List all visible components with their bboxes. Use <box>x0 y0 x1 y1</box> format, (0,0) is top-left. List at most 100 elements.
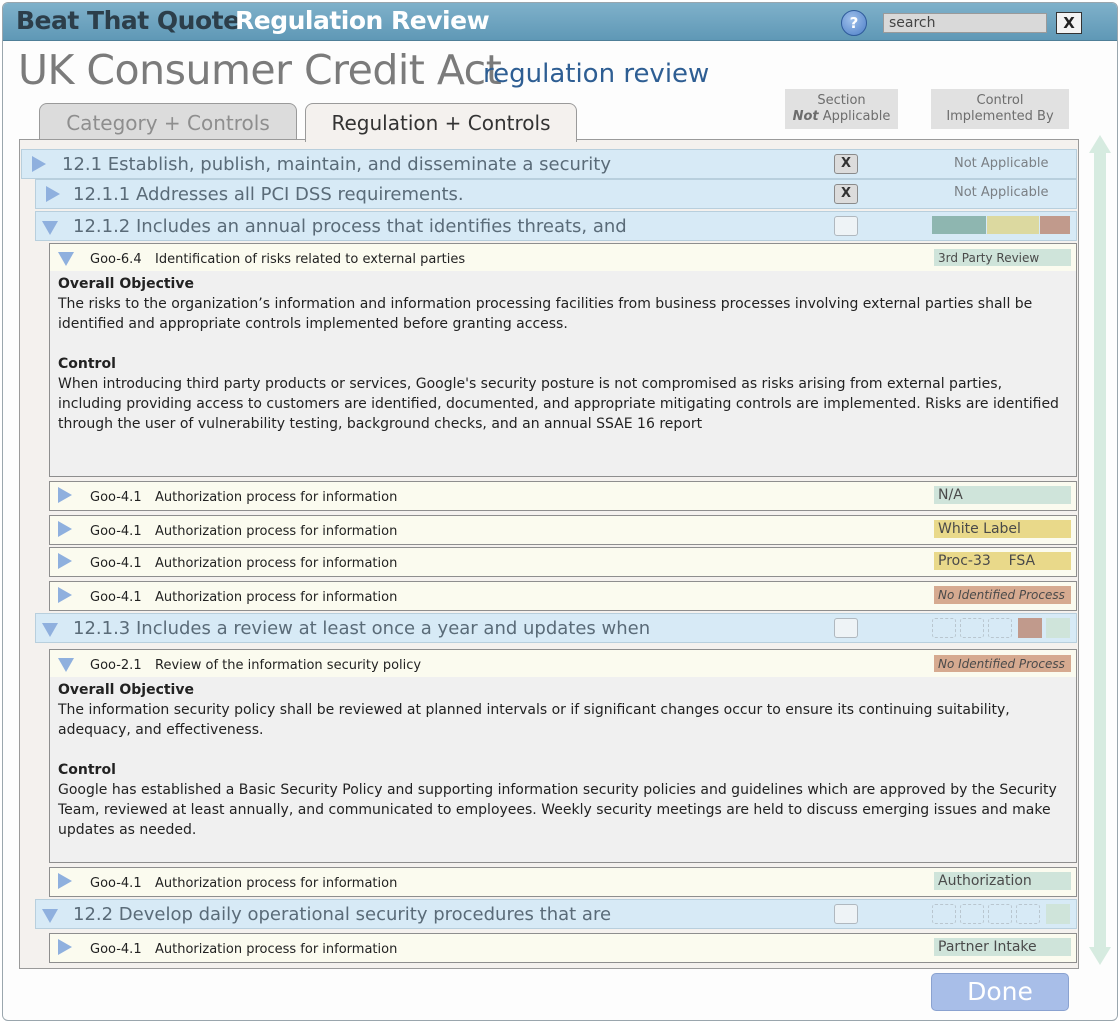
column-header-control-line1: Control <box>976 93 1024 108</box>
status-swatch-teal <box>932 216 986 234</box>
column-header-section-applicable: Applicable <box>818 109 891 124</box>
expand-right-icon[interactable] <box>32 156 46 172</box>
control-code: Goo-6.4 <box>90 252 142 267</box>
collapse-down-icon[interactable] <box>42 623 58 637</box>
section-na-checkbox[interactable] <box>834 904 858 924</box>
objective-label: Overall Objective <box>58 276 194 292</box>
control-row[interactable]: Goo-4.1 Authorization process for inform… <box>49 581 1077 611</box>
section-row-12-1-1[interactable]: 12.1.1 Addresses all PCI DSS requirement… <box>35 179 1077 209</box>
control-row[interactable]: Goo-4.1 Authorization process for inform… <box>49 547 1077 577</box>
status-swatch-brown <box>1018 618 1042 638</box>
section-status: Not Applicable <box>954 185 1049 200</box>
control-detail-header[interactable]: Goo-2.1 Review of the information securi… <box>50 650 1076 677</box>
section-row-12-1[interactable]: 12.1 Establish, publish, maintain, and d… <box>21 149 1077 179</box>
empty-status-slot <box>932 904 956 924</box>
control-tag[interactable]: Authorization <box>934 872 1071 890</box>
scroll-down-arrow-icon[interactable] <box>1089 947 1111 965</box>
column-header-control-line2: Implemented By <box>946 109 1054 124</box>
collapse-down-icon[interactable] <box>58 252 74 266</box>
section-na-checkbox[interactable]: X <box>834 184 858 204</box>
scrollbar-track[interactable] <box>1094 149 1106 955</box>
title-bar: Beat That Quote Regulation Review ? sear… <box>3 3 1117 41</box>
control-code: Goo-4.1 <box>90 524 142 539</box>
screen-name: Regulation Review <box>235 6 490 35</box>
section-row-12-2[interactable]: 12.2 Develop daily operational security … <box>35 899 1077 929</box>
control-row[interactable]: Goo-4.1 Authorization process for inform… <box>49 933 1077 963</box>
control-code: Goo-4.1 <box>90 942 142 957</box>
help-icon[interactable]: ? <box>841 10 867 36</box>
control-title: Authorization process for information <box>155 556 398 571</box>
control-title: Authorization process for information <box>155 876 398 891</box>
control-title: Identification of risks related to exter… <box>155 252 466 267</box>
control-detail-goo-6-4: Goo-6.4 Identification of risks related … <box>49 243 1077 477</box>
control-title: Authorization process for information <box>155 942 398 957</box>
collapse-down-icon[interactable] <box>58 658 74 672</box>
control-title: Review of the information security polic… <box>155 658 422 673</box>
section-label: 12.1 Establish, publish, maintain, and d… <box>62 154 611 175</box>
objective-label: Overall Objective <box>58 682 194 698</box>
column-header-section-not-applicable: Section Not Applicable <box>785 89 898 129</box>
control-detail-body: Overall Objective The information securi… <box>58 680 1066 860</box>
control-title: Authorization process for information <box>155 524 398 539</box>
control-tag[interactable]: Partner Intake <box>934 938 1071 956</box>
done-button[interactable]: Done <box>931 973 1069 1011</box>
control-text: When introducing third party products or… <box>58 376 1059 432</box>
control-detail-body: Overall Objective The risks to the organ… <box>58 274 1066 454</box>
section-label: 12.1.2 Includes an annual process that i… <box>73 216 627 237</box>
control-text: Google has established a Basic Security … <box>58 782 1057 838</box>
status-swatch-brown <box>1040 216 1070 234</box>
control-row[interactable]: Goo-4.1 Authorization process for inform… <box>49 481 1077 511</box>
close-button[interactable]: X <box>1056 12 1082 34</box>
empty-status-slot <box>988 904 1012 924</box>
expand-right-icon[interactable] <box>58 939 72 955</box>
search-input[interactable]: search <box>883 13 1047 33</box>
control-code: Goo-4.1 <box>90 490 142 505</box>
control-title: Authorization process for information <box>155 490 398 505</box>
section-na-checkbox[interactable]: X <box>834 154 858 174</box>
control-label: Control <box>58 356 116 372</box>
control-tag[interactable]: No Identified Process <box>934 655 1071 672</box>
control-row[interactable]: Goo-4.1 Authorization process for inform… <box>49 515 1077 545</box>
column-header-section-line1: Section <box>817 93 866 108</box>
empty-status-slot <box>1016 904 1040 924</box>
control-tag[interactable]: No Identified Process <box>934 586 1071 604</box>
control-tag[interactable]: White Label <box>934 520 1071 538</box>
empty-status-slot <box>932 618 956 638</box>
app-name: Beat That Quote <box>16 6 240 35</box>
control-code: Goo-4.1 <box>90 590 142 605</box>
section-label: 12.2 Develop daily operational security … <box>73 904 612 925</box>
status-swatch-mint <box>1046 618 1070 638</box>
control-tag[interactable]: Proc-33 FSA <box>934 552 1071 570</box>
control-detail-goo-2-1: Goo-2.1 Review of the information securi… <box>49 649 1077 863</box>
control-code: Goo-2.1 <box>90 658 142 673</box>
section-row-12-1-2[interactable]: 12.1.2 Includes an annual process that i… <box>35 211 1077 241</box>
control-code: Goo-4.1 <box>90 876 142 891</box>
column-header-control-implemented-by: Control Implemented By <box>931 89 1069 129</box>
collapse-down-icon[interactable] <box>42 909 58 923</box>
section-na-checkbox[interactable] <box>834 216 858 236</box>
empty-status-slot <box>960 618 984 638</box>
objective-text: The risks to the organization’s informat… <box>58 296 1033 332</box>
tab-regulation-controls[interactable]: Regulation + Controls <box>305 103 577 142</box>
control-detail-header[interactable]: Goo-6.4 Identification of risks related … <box>50 244 1076 271</box>
expand-right-icon[interactable] <box>58 553 72 569</box>
page-title: UK Consumer Credit Act <box>18 46 502 94</box>
empty-status-slot <box>960 904 984 924</box>
expand-right-icon[interactable] <box>58 487 72 503</box>
collapse-down-icon[interactable] <box>42 221 58 235</box>
status-swatch-mint <box>1046 904 1070 924</box>
section-status: Not Applicable <box>954 156 1049 171</box>
control-label: Control <box>58 762 116 778</box>
expand-right-icon[interactable] <box>58 521 72 537</box>
control-tag[interactable]: 3rd Party Review <box>934 249 1071 266</box>
section-row-12-1-3[interactable]: 12.1.3 Includes a review at least once a… <box>35 613 1077 643</box>
control-tag[interactable]: N/A <box>934 486 1071 504</box>
control-row[interactable]: Goo-4.1 Authorization process for inform… <box>49 867 1077 897</box>
expand-right-icon[interactable] <box>58 873 72 889</box>
section-na-checkbox[interactable] <box>834 618 858 638</box>
expand-right-icon[interactable] <box>46 186 60 202</box>
objective-text: The information security policy shall be… <box>58 702 1010 738</box>
empty-status-slot <box>988 618 1012 638</box>
expand-right-icon[interactable] <box>58 587 72 603</box>
tab-category-controls[interactable]: Category + Controls <box>39 103 297 141</box>
